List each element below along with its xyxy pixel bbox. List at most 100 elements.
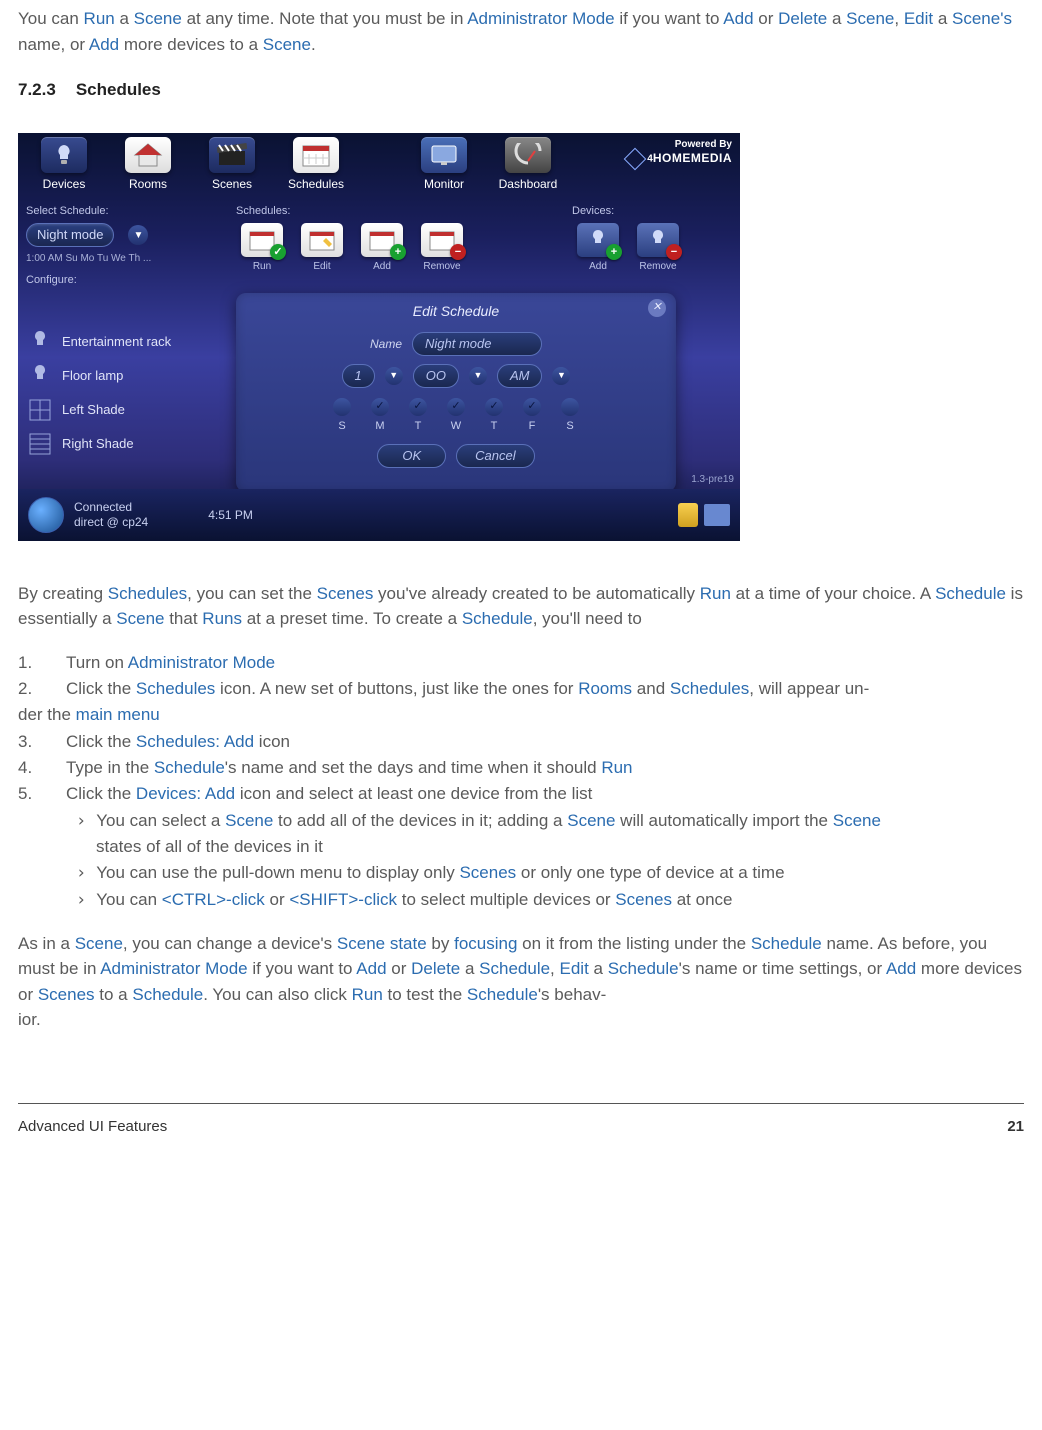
link-admin-mode: Administrator Mode: [467, 9, 614, 28]
ordered-list: 1.Turn on Administrator Mode 2.Click the…: [18, 650, 1024, 913]
schedule-edit-button[interactable]: Edit: [296, 223, 348, 274]
bulb-icon: [41, 137, 87, 173]
page-footer: Advanced UI Features 21: [18, 1116, 1024, 1159]
nav-schedules[interactable]: Schedules: [276, 137, 356, 199]
name-label: Name: [370, 335, 402, 353]
calendar-icon: [293, 137, 339, 173]
footer-separator: [18, 1103, 1024, 1104]
version-label: 1.3-pre19: [691, 472, 734, 487]
gauge-icon: [505, 137, 551, 173]
list-item: 1.Turn on Administrator Mode: [18, 650, 1024, 676]
schedule-summary: 1:00 AM Su Mo Tu We Th ...: [26, 251, 216, 266]
paragraph: As in a Scene, you can change a device's…: [18, 931, 1024, 1033]
bulb-icon: [26, 362, 54, 390]
list-item: 2.Click the Schedules icon. A new set of…: [18, 676, 1024, 702]
nav-dashboard[interactable]: Dashboard: [488, 137, 568, 199]
schedule-add-button[interactable]: +Add: [356, 223, 408, 274]
chevron-down-icon[interactable]: ▼: [469, 367, 487, 385]
globe-icon: [28, 497, 64, 533]
status-bar: Connected direct @ cp24 4:51 PM: [18, 489, 740, 541]
hour-select[interactable]: 1: [342, 364, 375, 388]
bulb-remove-icon: −: [637, 223, 679, 257]
schedule-remove-button[interactable]: −Remove: [416, 223, 468, 274]
clock: 4:51 PM: [208, 506, 253, 524]
configure-label: Configure:: [26, 272, 216, 289]
calendar-edit-icon: [301, 223, 343, 257]
schedule-run-button[interactable]: ✓Run: [236, 223, 288, 274]
lock-icon[interactable]: [678, 503, 698, 527]
list-item[interactable]: Right Shade: [26, 427, 226, 461]
list-item: 5.Click the Devices: Add icon and select…: [18, 781, 1024, 807]
brand-logo: Powered By 4HOMEMEDIA: [627, 139, 732, 167]
nav-rooms[interactable]: Rooms: [108, 137, 188, 199]
day-checkbox[interactable]: ✓: [447, 398, 465, 416]
day-checkbox[interactable]: [561, 398, 579, 416]
list-item: ›You can select a Scene to add all of th…: [66, 808, 1024, 834]
day-checkbox[interactable]: ✓: [371, 398, 389, 416]
chevron-down-icon[interactable]: ▼: [552, 367, 570, 385]
page-number: 21: [1007, 1116, 1024, 1139]
bulb-add-icon: +: [577, 223, 619, 257]
select-schedule-label: Select Schedule:: [26, 203, 216, 220]
sub-toolbar: Select Schedule: Night mode ▼ 1:00 AM Su…: [18, 199, 740, 293]
footer-title: Advanced UI Features: [18, 1116, 167, 1139]
device-remove-button[interactable]: −Remove: [632, 223, 684, 274]
day-checkbox[interactable]: ✓: [523, 398, 541, 416]
link-edit: Edit: [904, 9, 933, 28]
edit-schedule-dialog: Edit Schedule✕ Name Night mode 1 ▼ OO ▼ AM…: [236, 293, 676, 493]
list-item[interactable]: Floor lamp: [26, 359, 226, 393]
nav-devices[interactable]: Devices: [24, 137, 104, 199]
card-icon[interactable]: [704, 504, 730, 526]
clapper-icon: [209, 137, 255, 173]
schedule-select[interactable]: Night mode: [26, 223, 114, 247]
intro-paragraph: You can Run a Scene at any time. Note th…: [18, 0, 1024, 57]
top-nav: Devices Rooms Scenes Schedules Monitor D…: [18, 133, 740, 199]
link-add: Add: [723, 9, 753, 28]
chevron-icon: ›: [76, 811, 86, 831]
house-icon: [125, 137, 171, 173]
link-run: Run: [84, 9, 115, 28]
schedules-group-label: Schedules:: [236, 203, 552, 220]
devices-group-label: Devices:: [572, 203, 732, 220]
calendar-add-icon: +: [361, 223, 403, 257]
chevron-icon: ›: [76, 890, 86, 910]
name-input[interactable]: Night mode: [412, 332, 542, 356]
list-item-cont: states of all of the devices in it: [66, 834, 1024, 860]
nav-scenes[interactable]: Scenes: [192, 137, 272, 199]
list-item[interactable]: Left Shade: [26, 393, 226, 427]
list-item-cont: der the main menu: [18, 702, 1024, 728]
list-item: ›You can use the pull-down menu to displ…: [66, 860, 1024, 886]
nav-monitor[interactable]: Monitor: [404, 137, 484, 199]
dropdown-icon[interactable]: ▼: [128, 225, 148, 245]
device-list: Entertainment rack Floor lamp Left Shade…: [26, 299, 226, 461]
ok-button[interactable]: OK: [377, 444, 446, 468]
link-scene: Scene: [134, 9, 182, 28]
chevron-icon: ›: [76, 863, 86, 883]
section-heading: 7.2.3Schedules: [18, 77, 1024, 103]
blinds-icon: [26, 396, 54, 424]
ampm-select[interactable]: AM: [497, 364, 543, 388]
bulb-icon: [26, 328, 54, 356]
calendar-run-icon: ✓: [241, 223, 283, 257]
app-screenshot: Devices Rooms Scenes Schedules Monitor D…: [18, 133, 740, 541]
logo-diamond-icon: [624, 148, 647, 171]
dialog-title: Edit Schedule✕: [252, 301, 660, 322]
monitor-icon: [421, 137, 467, 173]
connection-status: Connected direct @ cp24: [74, 500, 148, 529]
sub-list: ›You can select a Scene to add all of th…: [66, 808, 1024, 913]
day-picker: S ✓M ✓T ✓W ✓T ✓F S: [252, 398, 660, 435]
blinds-icon: [26, 430, 54, 458]
day-checkbox[interactable]: ✓: [409, 398, 427, 416]
close-icon[interactable]: ✕: [648, 299, 666, 317]
paragraph: By creating Schedules, you can set the S…: [18, 581, 1024, 632]
cancel-button[interactable]: Cancel: [456, 444, 534, 468]
device-add-button[interactable]: +Add: [572, 223, 624, 274]
list-item: 4.Type in the Schedule's name and set th…: [18, 755, 1024, 781]
list-item[interactable]: Entertainment rack: [26, 325, 226, 359]
chevron-down-icon[interactable]: ▼: [385, 367, 403, 385]
minute-select[interactable]: OO: [413, 364, 459, 388]
day-checkbox[interactable]: ✓: [485, 398, 503, 416]
calendar-remove-icon: −: [421, 223, 463, 257]
link-delete: Delete: [778, 9, 827, 28]
day-checkbox[interactable]: [333, 398, 351, 416]
